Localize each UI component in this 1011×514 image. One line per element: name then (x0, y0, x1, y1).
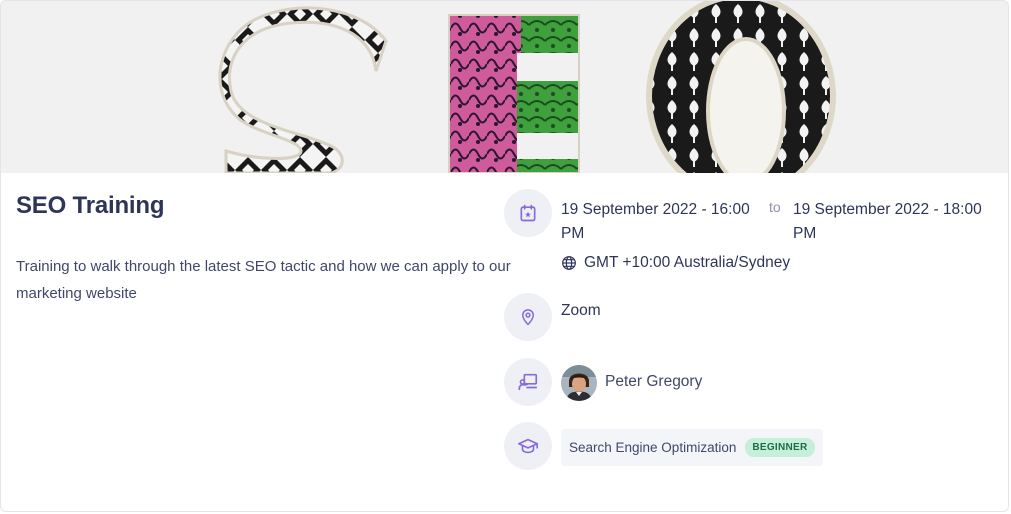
course-tag[interactable]: Search Engine Optimization BEGINNER (561, 429, 823, 466)
event-title: SEO Training (16, 192, 165, 219)
globe-icon (562, 256, 576, 270)
event-banner-image (1, 1, 1008, 173)
map-pin-icon (504, 293, 552, 341)
instructor-name[interactable]: Peter Gregory (605, 373, 702, 391)
event-start-datetime: 19 September 2022 - 16:00 PM (561, 201, 750, 242)
level-badge: BEGINNER (745, 438, 815, 457)
event-end-datetime: 19 September 2022 - 18:00 PM (793, 201, 982, 242)
instructor-avatar[interactable] (561, 365, 597, 401)
calendar-star-icon (504, 189, 552, 237)
course-name: Search Engine Optimization (569, 440, 737, 455)
event-timezone: GMT +10:00 Australia/Sydney (561, 254, 790, 272)
event-description: Training to walk through the latest SEO … (16, 258, 511, 302)
event-location: Zoom (561, 302, 601, 319)
event-card: SEO Training Training to walk through th… (0, 0, 1009, 512)
presentation-icon (504, 358, 552, 406)
timezone-label: GMT +10:00 Australia/Sydney (584, 254, 791, 271)
graduation-cap-icon (504, 422, 552, 470)
date-range-separator: to (769, 199, 781, 215)
